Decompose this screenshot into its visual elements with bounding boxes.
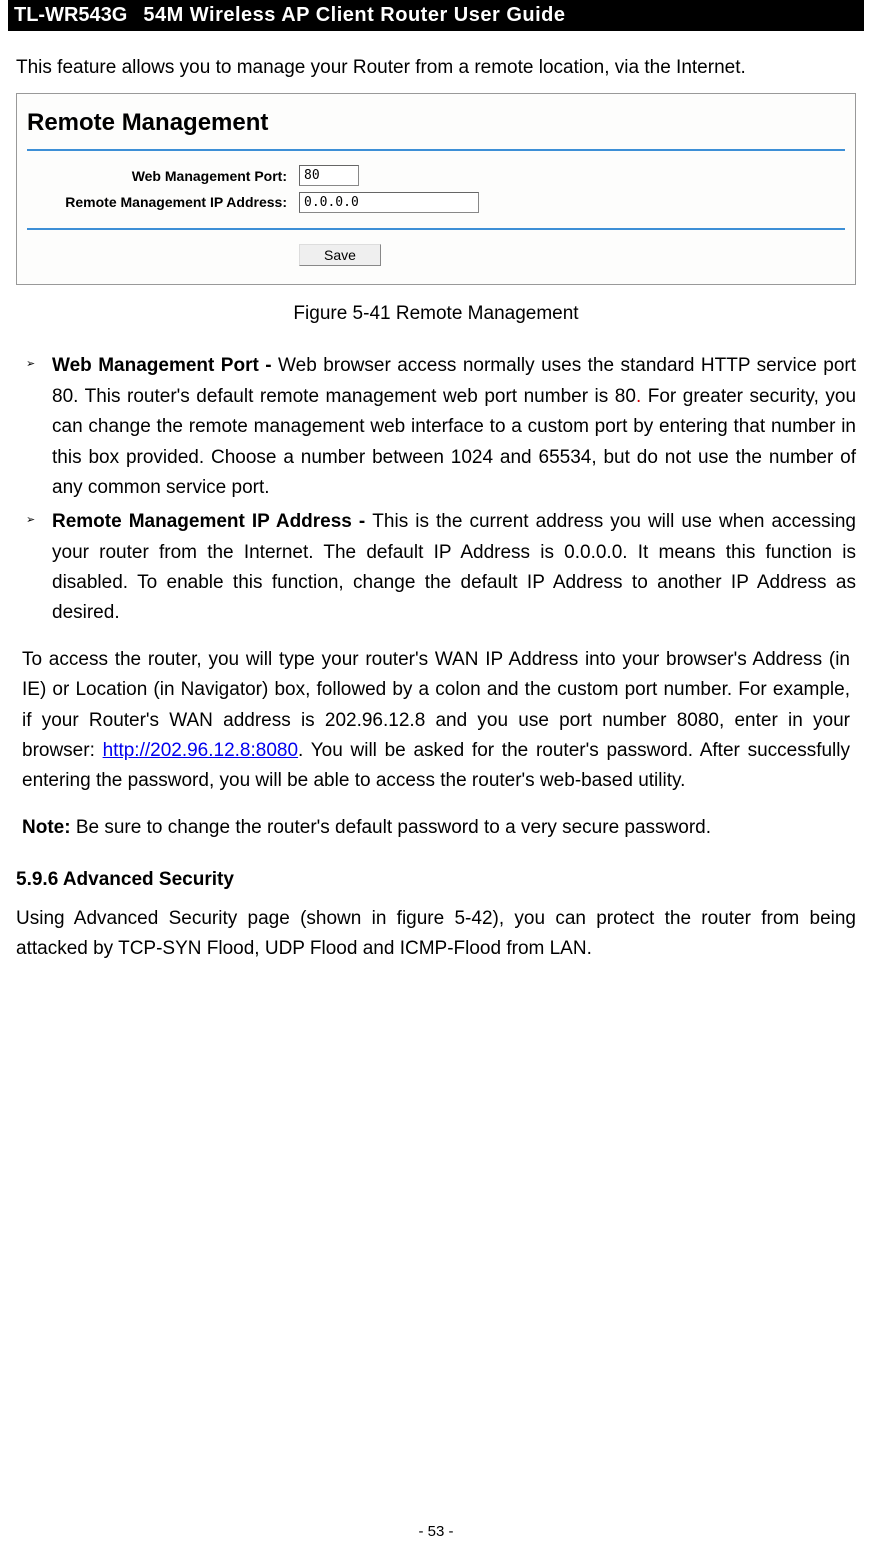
label-remote-ip: Remote Management IP Address:	[27, 191, 299, 213]
intro-text: This feature allows you to manage your R…	[16, 53, 856, 83]
bullet-remote-ip-label: Remote Management IP Address -	[52, 511, 372, 532]
note-paragraph: Note: Be sure to change the router's def…	[16, 813, 856, 843]
note-text: Be sure to change the router's default p…	[76, 817, 711, 838]
divider-top	[27, 149, 845, 151]
section-heading-advanced-security: 5.9.6 Advanced Security	[16, 865, 856, 895]
bullet-web-port: Web Management Port - Web browser access…	[26, 351, 856, 503]
bullet-web-port-label: Web Management Port -	[52, 355, 278, 376]
advanced-security-text: Using Advanced Security page (shown in f…	[16, 904, 856, 965]
figure-caption: Figure 5-41 Remote Management	[16, 299, 856, 329]
row-remote-ip: Remote Management IP Address:	[27, 191, 845, 213]
page-header: TL-WR543G 54M Wireless AP Client Router …	[8, 0, 864, 31]
input-web-port[interactable]	[299, 165, 359, 186]
guide-title: 54M Wireless AP Client Router User Guide	[143, 4, 565, 27]
bullet-remote-ip: Remote Management IP Address - This is t…	[26, 507, 856, 629]
divider-bottom	[27, 228, 845, 230]
row-web-port: Web Management Port:	[27, 165, 845, 187]
input-remote-ip[interactable]	[299, 192, 479, 213]
access-paragraph: To access the router, you will type your…	[16, 645, 856, 797]
example-url-link[interactable]: http://202.96.12.8:8080	[103, 740, 298, 761]
product-model: TL-WR543G	[14, 4, 127, 27]
note-label: Note:	[22, 817, 76, 838]
feature-bullets: Web Management Port - Web browser access…	[16, 351, 856, 629]
panel-title: Remote Management	[27, 102, 845, 146]
remote-management-panel: Remote Management Web Management Port: R…	[16, 93, 856, 285]
page-number: - 53 -	[0, 1523, 872, 1540]
label-web-port: Web Management Port:	[27, 165, 299, 187]
save-button[interactable]: Save	[299, 244, 381, 266]
